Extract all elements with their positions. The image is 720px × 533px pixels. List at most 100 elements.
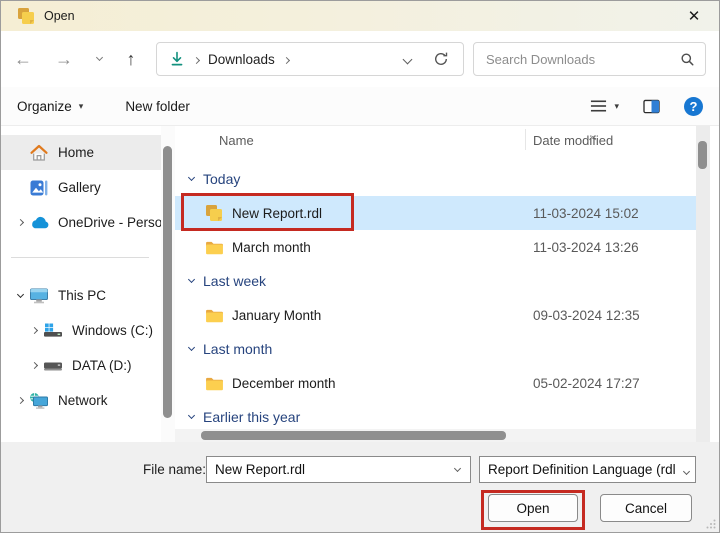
window-title: Open <box>44 9 75 23</box>
expand-chevron-icon[interactable] <box>25 363 43 368</box>
breadcrumb-separator-icon <box>194 50 199 68</box>
file-name-input[interactable] <box>207 462 455 477</box>
resize-grip-icon[interactable] <box>706 519 716 529</box>
column-header-name[interactable]: Name <box>219 133 254 148</box>
chevron-down-icon[interactable] <box>455 469 470 471</box>
organize-label: Organize <box>17 99 72 114</box>
sidebar-scrollbar-thumb[interactable] <box>163 146 172 418</box>
file-row-new-report[interactable]: New Report.rdl 11-03-2024 15:02 <box>175 196 696 230</box>
collapse-chevron-icon[interactable] <box>11 295 29 297</box>
windows-drive-icon <box>43 323 64 338</box>
sidebar-label: Home <box>58 145 94 160</box>
sidebar-item-data-d[interactable]: DATA (D:) <box>1 348 161 383</box>
downloads-icon <box>169 51 185 67</box>
forward-button[interactable]: → <box>50 45 78 73</box>
sidebar-item-network[interactable]: Network <box>1 383 161 418</box>
sidebar-item-home[interactable]: Home <box>1 135 161 170</box>
file-date-modified: 05-02-2024 17:27 <box>533 376 640 391</box>
file-name-combobox[interactable] <box>206 456 471 483</box>
dialog-body: Home Gallery <box>1 126 719 442</box>
expand-chevron-icon[interactable] <box>11 220 29 225</box>
titlebar: Open ✕ <box>1 1 719 31</box>
view-mode-button[interactable]: ▾ <box>590 99 619 113</box>
horizontal-scrollbar-thumb[interactable] <box>201 431 506 440</box>
expand-chevron-icon[interactable] <box>11 398 29 403</box>
group-label: Last week <box>203 273 266 289</box>
report-file-icon <box>17 7 35 25</box>
file-name: January Month <box>232 308 321 323</box>
search-box[interactable] <box>473 42 706 76</box>
open-button-label: Open <box>516 501 549 516</box>
file-row-december-month[interactable]: December month 05-02-2024 17:27 <box>175 366 696 400</box>
sidebar-divider <box>11 257 149 258</box>
help-icon[interactable]: ? <box>684 97 703 116</box>
sidebar-label: OneDrive - Perso <box>58 215 161 230</box>
recent-locations-chevron-icon[interactable] <box>85 45 113 73</box>
gallery-icon <box>29 178 50 198</box>
file-list: Name Date modified Today <box>175 126 696 442</box>
group-header-earlier-this-year[interactable]: Earlier this year <box>175 400 696 431</box>
collapse-chevron-icon <box>188 276 195 283</box>
caret-down-icon: ▾ <box>79 101 84 112</box>
search-input[interactable] <box>486 52 680 67</box>
breadcrumb-location[interactable]: Downloads <box>208 52 275 67</box>
group-header-today[interactable]: Today <box>175 162 696 196</box>
back-button[interactable]: ← <box>9 45 37 73</box>
file-date-modified: 11-03-2024 15:02 <box>533 206 639 221</box>
group-header-last-week[interactable]: Last week <box>175 264 696 298</box>
list-header: Name Date modified <box>175 126 696 153</box>
group-header-last-month[interactable]: Last month <box>175 332 696 366</box>
sidebar-item-gallery[interactable]: Gallery <box>1 170 161 205</box>
refresh-icon[interactable] <box>433 51 449 67</box>
group-label: Last month <box>203 341 272 357</box>
up-button[interactable]: ↑ <box>117 45 145 73</box>
column-divider[interactable] <box>525 129 526 150</box>
this-pc-icon <box>29 287 50 305</box>
folder-icon <box>205 240 224 255</box>
file-name: December month <box>232 376 336 391</box>
caret-down-icon: ▾ <box>614 101 619 112</box>
horizontal-scrollbar[interactable] <box>175 429 696 442</box>
breadcrumb-separator-icon[interactable] <box>284 50 289 68</box>
column-header-date-modified[interactable]: Date modified <box>533 133 613 148</box>
file-row-january-month[interactable]: January Month 09-03-2024 12:35 <box>175 298 696 332</box>
cancel-button-label: Cancel <box>625 501 667 516</box>
data-drive-icon <box>43 359 64 373</box>
right-gap <box>710 126 719 442</box>
sidebar-scrollbar[interactable] <box>161 126 175 442</box>
file-row-march-month[interactable]: March month 11-03-2024 13:26 <box>175 230 696 264</box>
list-scrollbar-thumb[interactable] <box>698 141 707 169</box>
sidebar-item-this-pc[interactable]: This PC <box>1 278 161 313</box>
preview-pane-icon[interactable] <box>643 99 660 114</box>
cancel-button[interactable]: Cancel <box>600 494 692 522</box>
file-name-label: File name: <box>143 462 206 477</box>
address-dropdown-chevron-icon[interactable] <box>404 50 411 68</box>
collapse-chevron-icon <box>188 412 195 419</box>
address-bar[interactable]: Downloads <box>156 42 464 76</box>
sidebar-item-onedrive[interactable]: OneDrive - Perso <box>1 205 161 240</box>
folder-icon <box>205 308 224 323</box>
search-icon <box>680 52 695 67</box>
sidebar-label: Network <box>58 393 108 408</box>
collapse-chevron-icon <box>188 344 195 351</box>
organize-button[interactable]: Organize ▾ <box>17 99 83 114</box>
navigation-bar: ← → ↑ Downloads <box>1 31 719 87</box>
close-icon[interactable]: ✕ <box>679 3 709 29</box>
onedrive-icon <box>29 215 50 231</box>
group-label: Earlier this year <box>203 409 300 425</box>
dialog-footer: File name: Report Definition Language (r… <box>1 442 719 532</box>
file-name: March month <box>232 240 311 255</box>
sidebar-label: DATA (D:) <box>72 358 132 373</box>
sidebar-label: Windows (C:) <box>72 323 153 338</box>
new-folder-button[interactable]: New folder <box>125 99 190 114</box>
sidebar-item-windows-c[interactable]: Windows (C:) <box>1 313 161 348</box>
file-type-combobox[interactable]: Report Definition Language (rdl <box>479 456 696 483</box>
folder-icon <box>205 376 224 391</box>
list-view-icon <box>590 99 607 113</box>
file-rows: Today New Report.rdl 11-03-2024 15:02 <box>175 153 696 431</box>
list-scrollbar[interactable] <box>696 126 710 442</box>
expand-chevron-icon[interactable] <box>25 328 43 333</box>
file-date-modified: 09-03-2024 12:35 <box>533 308 640 323</box>
file-name: New Report.rdl <box>232 206 322 221</box>
open-button[interactable]: Open <box>488 494 578 522</box>
